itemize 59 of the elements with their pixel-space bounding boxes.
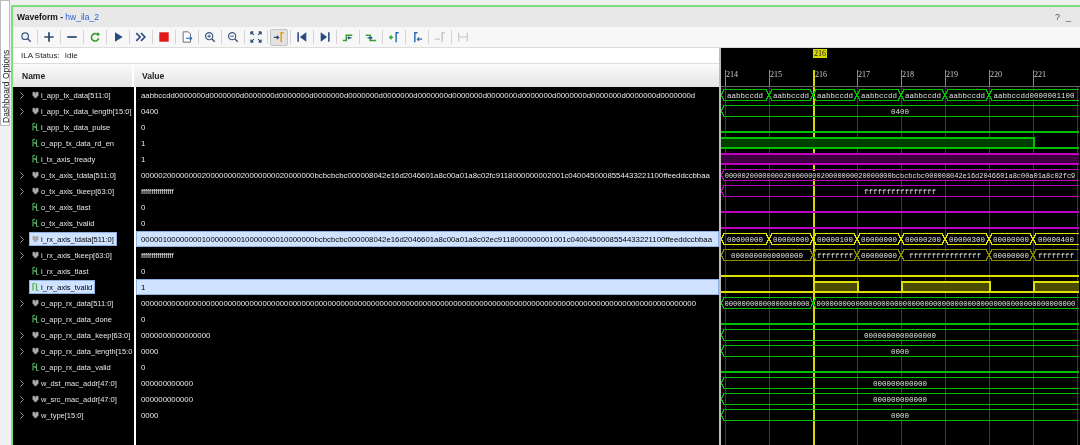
chevron-icon[interactable]	[19, 299, 25, 307]
status-label: ILA Status:	[21, 51, 60, 60]
zoom-fit-icon	[250, 31, 262, 43]
stop-icon	[158, 31, 170, 43]
chevron-icon[interactable]	[19, 331, 25, 339]
window-title: Waveform -	[17, 12, 64, 22]
time-tick: 217	[857, 70, 901, 86]
chevron-icon[interactable]	[19, 235, 25, 243]
zoom-in-icon	[204, 31, 216, 43]
chevron-icon[interactable]	[19, 347, 25, 355]
time-tick: 214	[725, 70, 769, 86]
minimize-button[interactable]: _	[1063, 12, 1074, 22]
bit-icon	[32, 363, 39, 371]
chevron-icon[interactable]	[19, 107, 25, 115]
refresh-icon	[89, 31, 101, 43]
bit-icon	[32, 139, 39, 147]
marker-range-icon	[457, 31, 469, 43]
side-tab[interactable]: Dashboard Options	[0, 0, 10, 126]
bit-icon	[32, 123, 39, 131]
snap-icon	[273, 31, 285, 43]
bit-icon	[32, 203, 39, 211]
chevron-icon[interactable]	[19, 171, 25, 179]
bit-icon	[32, 155, 39, 163]
bit-icon	[32, 315, 39, 323]
cursor-label[interactable]: 216	[813, 49, 827, 58]
go-to-start-icon	[296, 31, 308, 43]
bit-icon	[32, 283, 39, 291]
go-to-end-icon	[319, 31, 331, 43]
help-button[interactable]: ?	[1051, 12, 1063, 22]
search-icon	[20, 31, 32, 43]
time-tick: 215	[769, 70, 813, 86]
previous-marker-icon	[411, 31, 423, 43]
chevron-icon[interactable]	[19, 187, 25, 195]
export-icon	[181, 31, 193, 43]
time-tick: 216	[813, 70, 857, 86]
run-all-icon	[135, 31, 147, 43]
column-header[interactable]: Value	[134, 64, 165, 87]
bit-icon	[32, 267, 39, 275]
chevron-icon[interactable]	[19, 379, 25, 387]
time-tick: 218	[901, 70, 945, 86]
add-marker-icon	[388, 31, 400, 43]
bus-icon	[32, 299, 39, 307]
chevron-icon[interactable]	[19, 91, 25, 99]
next-marker-icon	[434, 31, 446, 43]
zoom-fit-button[interactable]	[247, 28, 265, 46]
chevron-icon[interactable]	[19, 411, 25, 419]
snap-button[interactable]	[270, 28, 288, 46]
time-tick: 221	[1033, 70, 1077, 86]
run-icon	[112, 31, 124, 43]
time-tick: 220	[989, 70, 1033, 86]
bit-icon	[32, 219, 39, 227]
time-tick: 219	[945, 70, 989, 86]
chevron-icon[interactable]	[19, 251, 25, 259]
cursor-line[interactable]	[813, 87, 815, 445]
chevron-icon[interactable]	[19, 395, 25, 403]
status-value: Idle	[64, 51, 78, 60]
source-link[interactable]: hw_ila_2	[65, 12, 99, 22]
add-icon	[43, 31, 55, 43]
zoom-out-icon	[227, 31, 239, 43]
